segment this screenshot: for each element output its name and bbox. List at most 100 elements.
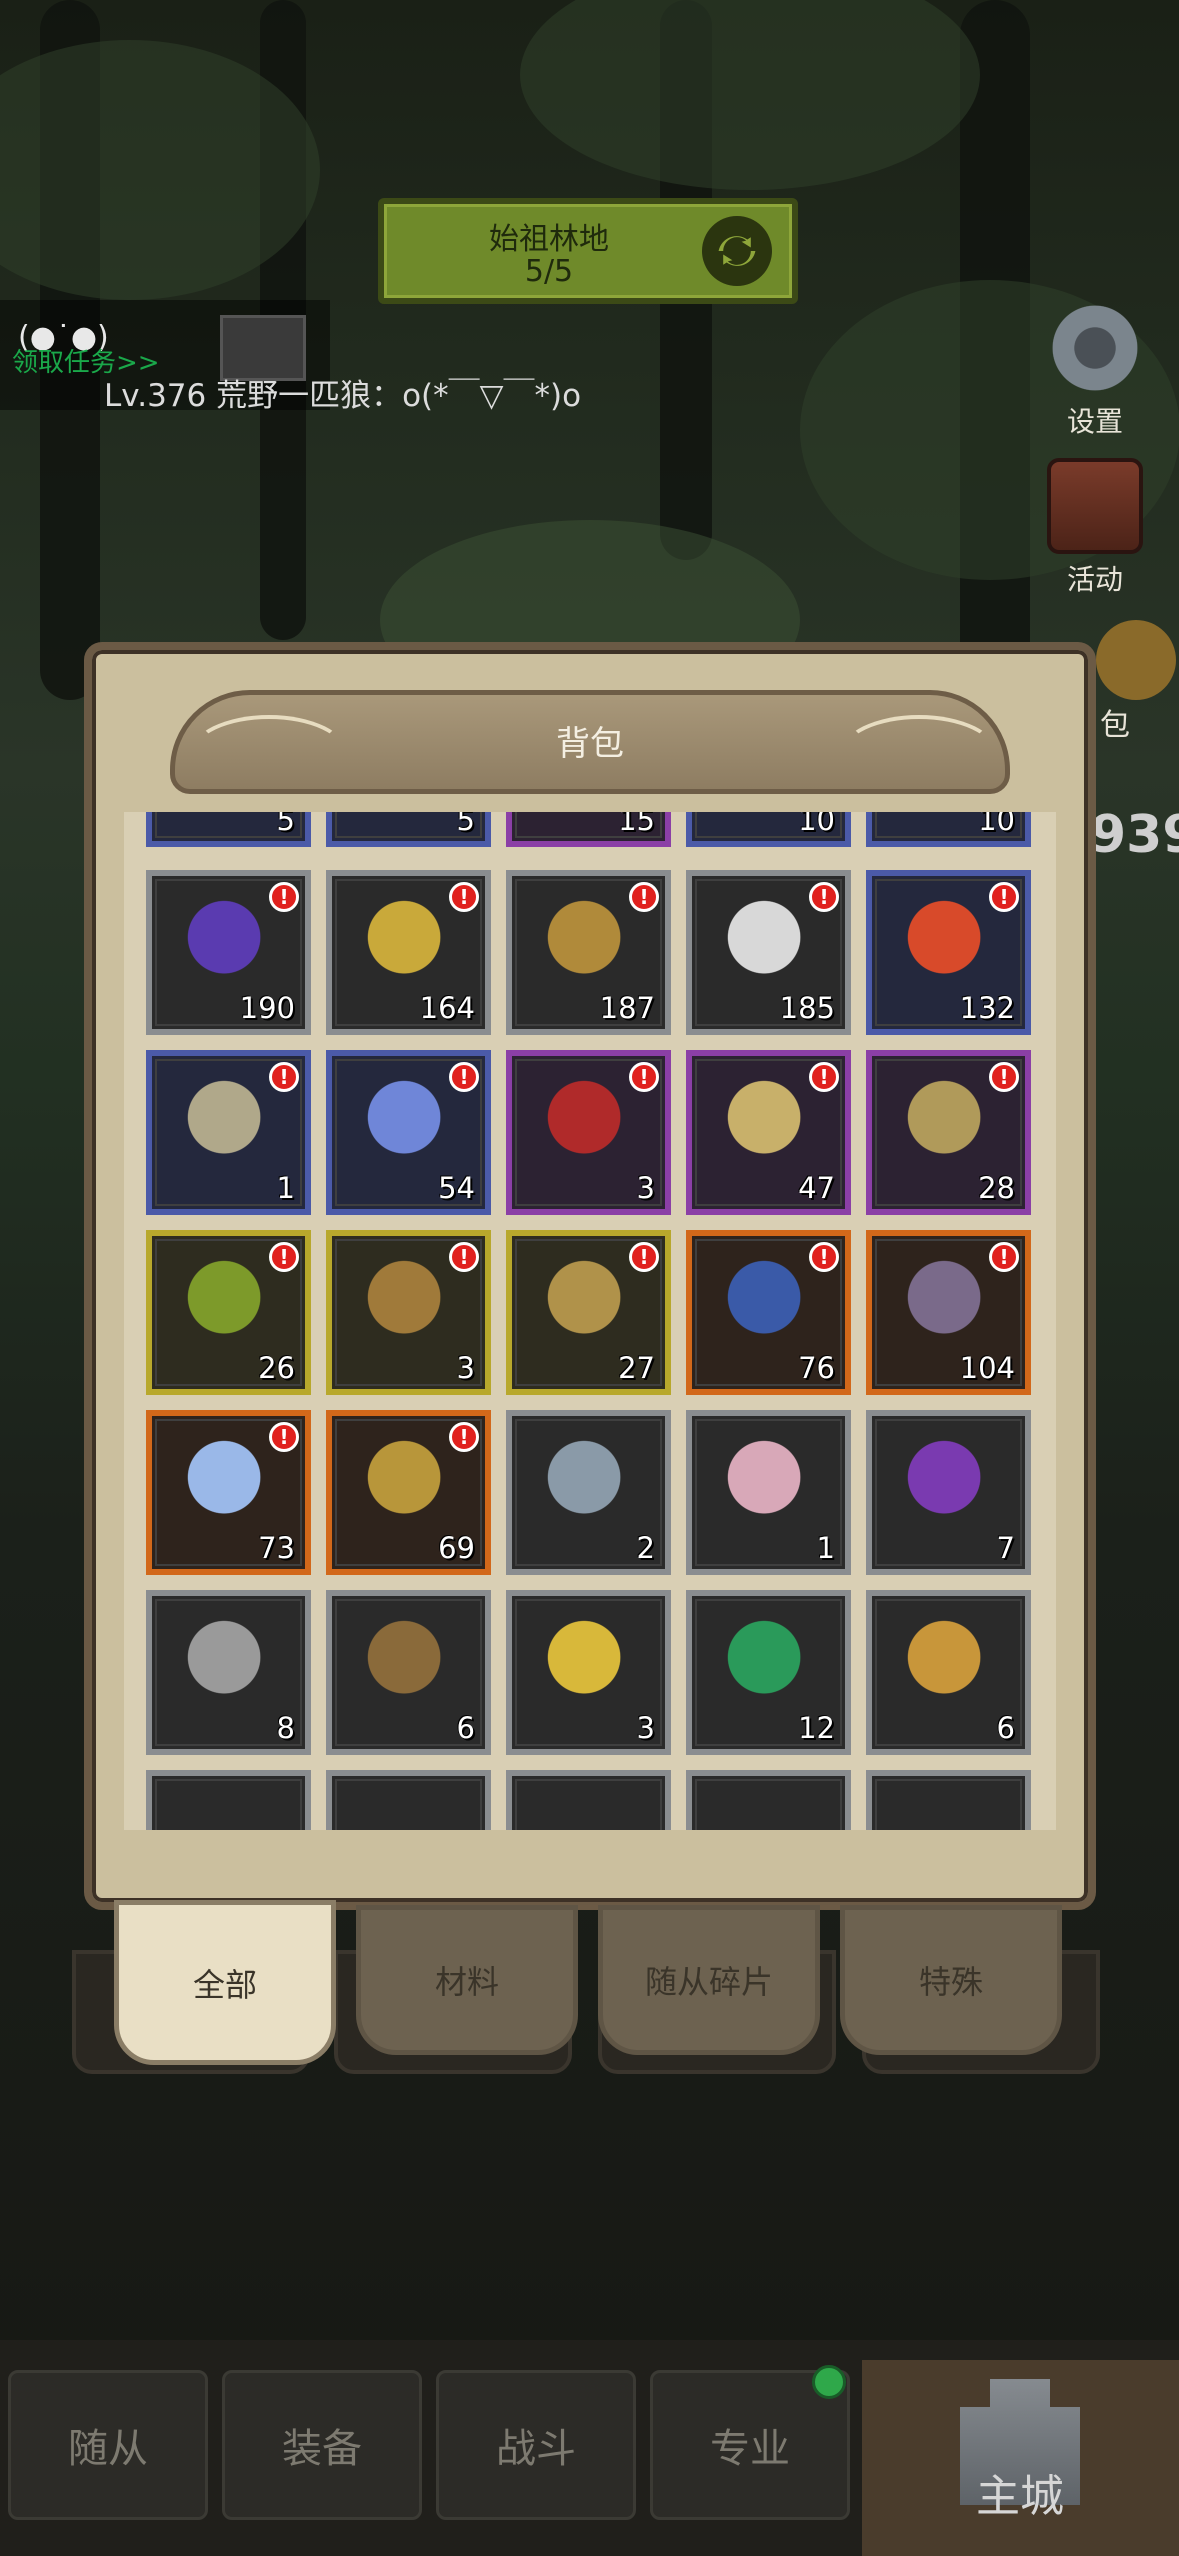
shuriken-icon [900, 1438, 998, 1536]
inventory-slot[interactable]: 27! [506, 1230, 671, 1395]
gear-icon [1047, 300, 1143, 396]
tab-follower-shards[interactable]: 随从碎片 [598, 1905, 820, 2055]
item-count: 15 [618, 812, 655, 837]
item-count: 185 [779, 991, 835, 1025]
inventory-slot[interactable]: 12 [686, 1590, 851, 1755]
tab-special[interactable]: 特殊 [840, 1905, 1062, 2055]
alert-icon: ! [629, 882, 659, 912]
inventory-slot[interactable]: 10 [866, 812, 1031, 847]
inventory-slot[interactable]: 26! [146, 1230, 311, 1395]
nav-battle[interactable]: 战斗 [436, 2370, 636, 2520]
inventory-slot[interactable]: 132! [866, 870, 1031, 1035]
alert-icon: ! [269, 1062, 299, 1092]
lightning-orb-icon [360, 1078, 458, 1176]
inventory-slot[interactable]: 5 [146, 812, 311, 847]
chat-message: Lv.376 荒野一匹狼：o(*￣▽￣*)o [104, 378, 582, 414]
winged-emblem-icon [540, 1618, 638, 1716]
emerald-badge-icon [720, 1618, 818, 1716]
inventory-slot[interactable]: 2 [506, 1410, 671, 1575]
item-count: 76 [798, 1351, 835, 1385]
refresh-icon[interactable] [702, 216, 772, 286]
inventory-slot[interactable]: 54! [326, 1050, 491, 1215]
inventory-slot[interactable]: 3! [326, 1230, 491, 1395]
alert-icon: ! [809, 1242, 839, 1272]
item-count: 10 [978, 812, 1015, 837]
jade-ring-icon [360, 898, 458, 996]
inventory-slot[interactable] [506, 1770, 671, 1830]
inventory-slot[interactable] [686, 1770, 851, 1830]
inventory-slot[interactable]: 1! [146, 1050, 311, 1215]
bag-coin-icon[interactable] [1096, 620, 1176, 700]
item-count: 26 [258, 1351, 295, 1385]
inventory-slot[interactable]: 1 [686, 1410, 851, 1575]
inventory-slot[interactable]: 3 [506, 1590, 671, 1755]
item-count: 3 [636, 1711, 655, 1745]
calendar-icon [1047, 458, 1143, 554]
ice-orb-icon [180, 1438, 278, 1536]
item-count: 1 [816, 1531, 835, 1565]
inventory-slot[interactable]: 185! [686, 870, 851, 1035]
gauntlet-icon [540, 898, 638, 996]
inventory-slot[interactable]: 69! [326, 1410, 491, 1575]
item-count: 164 [419, 991, 475, 1025]
settings-button[interactable]: 设置 [1040, 300, 1150, 440]
inventory-slot[interactable] [866, 1770, 1031, 1830]
item-count: 3 [456, 1351, 475, 1385]
inventory-slot[interactable] [326, 1770, 491, 1830]
rune-bracer-icon [900, 1078, 998, 1176]
inventory-slot[interactable]: 28! [866, 1050, 1031, 1215]
nav-followers[interactable]: 随从 [8, 2370, 208, 2520]
inventory-slot[interactable]: 15 [506, 812, 671, 847]
alert-icon: ! [989, 882, 1019, 912]
flame-hood-icon [180, 1258, 278, 1356]
inventory-slot[interactable]: 164! [326, 870, 491, 1035]
inventory-slot[interactable]: 6 [326, 1590, 491, 1755]
nav-equipment[interactable]: 装备 [222, 2370, 422, 2520]
inventory-slot[interactable]: 5 [326, 812, 491, 847]
crystal-mask-icon [720, 1438, 818, 1536]
inventory-slot[interactable]: 10 [686, 812, 851, 847]
inventory-slot[interactable] [146, 1770, 311, 1830]
tab-materials[interactable]: 材料 [356, 1905, 578, 2055]
zone-banner[interactable]: 始祖林地 5/5 [378, 198, 798, 304]
tab-all[interactable]: 全部 [114, 1900, 336, 2065]
alert-icon: ! [629, 1062, 659, 1092]
inventory-slot[interactable]: 6 [866, 1590, 1031, 1755]
item-count: 3 [636, 1171, 655, 1205]
alert-icon: ! [989, 1242, 1019, 1272]
zone-name: 始祖林地 [489, 222, 609, 257]
item-count: 132 [959, 991, 1015, 1025]
background-counter: 939 [1090, 805, 1179, 865]
item-count: 54 [438, 1171, 475, 1205]
activity-button[interactable]: 活动 [1040, 458, 1150, 598]
slot-frame [875, 1779, 1022, 1830]
inventory-slot[interactable]: 3! [506, 1050, 671, 1215]
alert-icon: ! [269, 1422, 299, 1452]
item-count: 8 [276, 1711, 295, 1745]
alert-icon: ! [629, 1242, 659, 1272]
inventory-slot[interactable]: 7 [866, 1410, 1031, 1575]
inventory-slot[interactable]: 190! [146, 870, 311, 1035]
item-count: 190 [239, 991, 295, 1025]
item-count: 10 [798, 812, 835, 837]
inventory-slot[interactable]: 187! [506, 870, 671, 1035]
item-count: 28 [978, 1171, 1015, 1205]
item-count: 104 [959, 1351, 1015, 1385]
claw-icon [720, 898, 818, 996]
pipe-icon [360, 1258, 458, 1356]
alert-icon: ! [269, 1242, 299, 1272]
hammer-icon [540, 1438, 638, 1536]
alert-icon: ! [809, 882, 839, 912]
inventory-slot[interactable]: 8 [146, 1590, 311, 1755]
inventory-slot[interactable]: 73! [146, 1410, 311, 1575]
item-count: 2 [636, 1531, 655, 1565]
inventory-slot[interactable]: 47! [686, 1050, 851, 1215]
inventory-slot[interactable]: 76! [686, 1230, 851, 1395]
bag-side-label: 包 [1100, 708, 1130, 743]
backpack-grid[interactable]: 5 5 15 10 10 190! 164! 187! 185! 132! 1! 54! 3! 47! 28… [124, 812, 1056, 1830]
item-count: 6 [456, 1711, 475, 1745]
backpack-title: 背包 [556, 724, 624, 764]
inventory-slot[interactable]: 104! [866, 1230, 1031, 1395]
notification-badge [812, 2365, 846, 2399]
slot-frame [155, 1779, 302, 1830]
